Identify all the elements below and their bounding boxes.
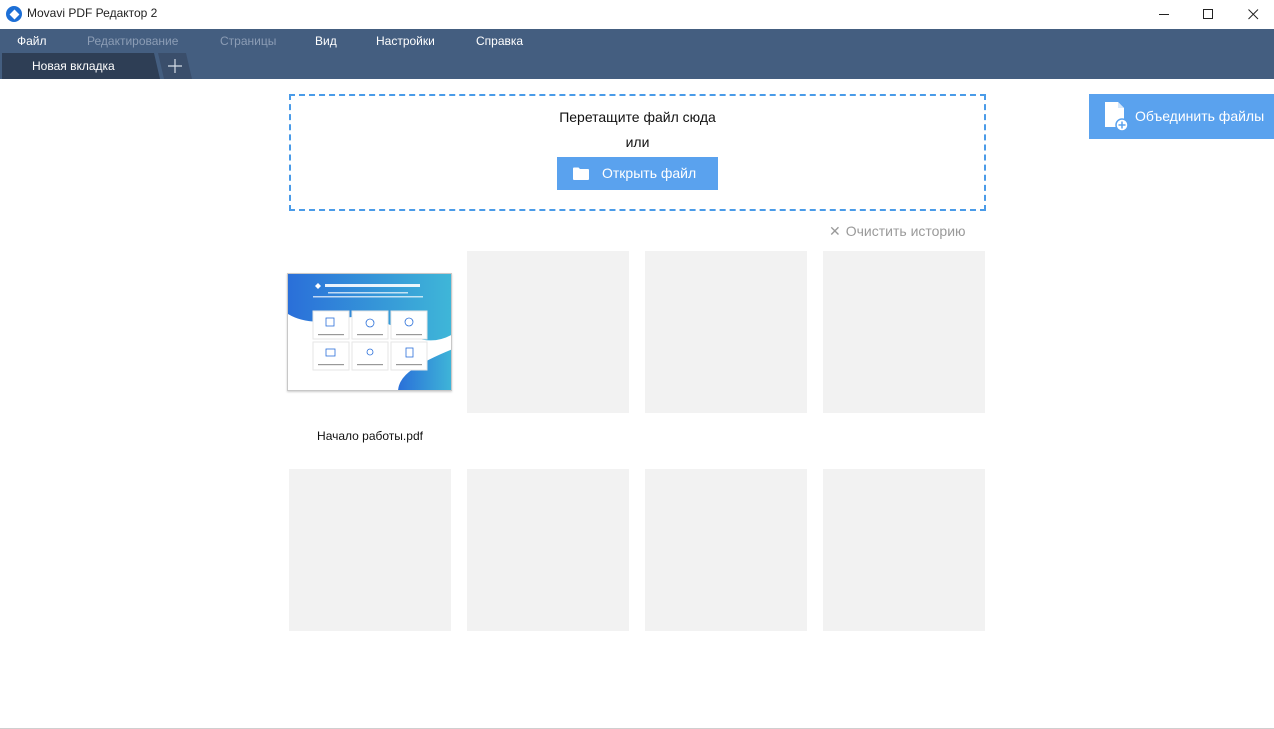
tab-label: Новая вкладка [32,59,115,73]
menu-file[interactable]: Файл [17,34,47,48]
merge-files-button[interactable]: Объединить файлы [1089,94,1274,139]
menu-bar: Файл Редактирование Страницы Вид Настрой… [0,29,1274,53]
empty-history-slot [645,469,807,631]
merge-files-label: Объединить файлы [1135,108,1265,124]
minimize-icon [1158,14,1169,15]
recent-file-name[interactable]: Начало работы.pdf [289,429,451,443]
empty-history-slot [467,469,629,631]
pdf-preview-image [288,274,451,390]
app-logo-icon [6,6,22,22]
window-title: Movavi PDF Редактор 2 [27,6,158,20]
open-file-button[interactable]: Открыть файл [557,157,718,190]
tab-new[interactable]: Новая вкладка [2,53,160,79]
menu-settings[interactable]: Настройки [376,34,435,48]
menu-help[interactable]: Справка [476,34,523,48]
drop-title: Перетащите файл сюда [559,109,716,125]
file-drop-zone[interactable]: Перетащите файл сюда или Открыть файл [289,94,986,211]
minimize-button[interactable] [1141,0,1187,29]
clear-history-link[interactable]: ✕ Очистить историю [829,223,966,240]
clear-history-label: Очистить историю [845,223,966,239]
empty-history-slot [645,251,807,413]
empty-history-slot [823,469,985,631]
menu-view[interactable]: Вид [315,34,337,48]
tab-bar: Новая вкладка [0,53,1274,79]
open-file-label: Открыть файл [602,165,697,181]
plus-icon [168,59,182,73]
maximize-button[interactable] [1185,0,1231,29]
drop-or-text: или [625,134,650,150]
empty-history-slot [823,251,985,413]
title-bar: Movavi PDF Редактор 2 [0,0,1274,29]
menu-pages[interactable]: Страницы [220,34,276,48]
folder-icon [573,167,589,180]
clear-icon: ✕ [829,223,841,239]
recent-file-thumbnail[interactable] [287,273,452,391]
close-icon [1247,9,1258,20]
empty-history-slot [467,251,629,413]
add-tab-button[interactable] [158,53,192,79]
maximize-icon [1202,9,1213,19]
empty-history-slot [289,469,451,631]
merge-document-icon [1105,102,1128,131]
close-button[interactable] [1230,0,1274,29]
menu-edit[interactable]: Редактирование [87,34,178,48]
